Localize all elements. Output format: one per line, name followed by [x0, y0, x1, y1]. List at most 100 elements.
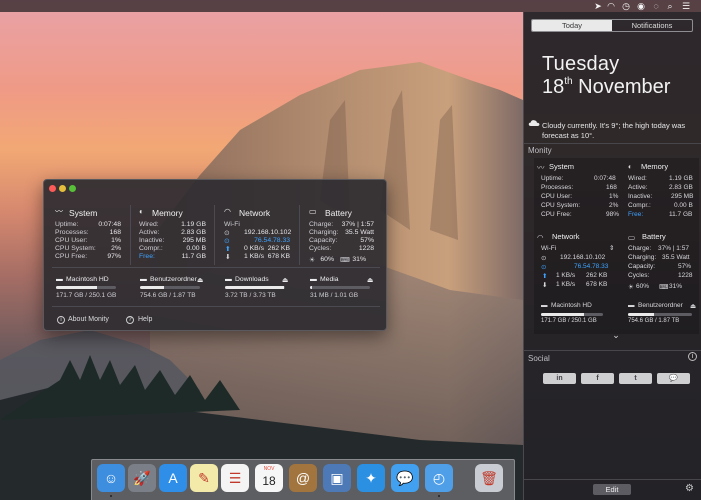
- charging-value: 35.5 Watt: [345, 229, 374, 236]
- trash-icon[interactable]: 🗑: [475, 464, 503, 492]
- divider: [52, 267, 380, 268]
- download-total: 678 KB: [267, 253, 290, 260]
- calendar-icon[interactable]: NOV 18: [255, 464, 283, 492]
- eject-icon[interactable]: ⏏: [690, 302, 696, 310]
- clock-icon[interactable]: ◷: [620, 0, 632, 12]
- about-monity-link[interactable]: About Monity: [68, 316, 109, 323]
- user-icon[interactable]: ◉: [635, 0, 647, 12]
- tab-notifications[interactable]: Notifications: [612, 20, 692, 31]
- reminders-icon[interactable]: ☰: [221, 464, 249, 492]
- preview-icon[interactable]: ▣: [323, 464, 351, 492]
- search-icon[interactable]: ⌕: [664, 0, 676, 12]
- help-icon[interactable]: ?: [126, 316, 134, 324]
- cpu-free-label: CPU Free:: [541, 211, 572, 218]
- disk-usage-bar: [225, 286, 285, 289]
- minimize-button[interactable]: [59, 185, 66, 192]
- twitter-button[interactable]: t: [619, 373, 652, 384]
- network-interface[interactable]: Wi-Fi: [224, 221, 240, 228]
- social-widget-label: Social: [528, 354, 550, 363]
- divider: [52, 306, 380, 307]
- memory-title: Memory: [152, 208, 183, 218]
- wifi-icon[interactable]: ◠: [605, 0, 617, 12]
- app-store-icon[interactable]: A: [159, 464, 187, 492]
- messages-icon[interactable]: 💬: [391, 464, 419, 492]
- disk-icon: ▬: [56, 276, 63, 283]
- divider: [524, 143, 701, 144]
- eject-icon[interactable]: ⏏: [197, 276, 203, 284]
- memory-icon: ◐: [628, 162, 633, 171]
- wired-value: 1.19 GB: [181, 221, 206, 228]
- charging-label: Charging:: [628, 254, 657, 261]
- inactive-label: Inactive:: [628, 193, 653, 200]
- disk-size: 31 MB / 1.01 GB: [310, 292, 359, 299]
- uptime-value: 0:07:48: [594, 175, 616, 182]
- divider: [130, 205, 131, 265]
- disk-name[interactable]: Benutzerordner: [638, 302, 683, 309]
- network-interface[interactable]: Wi-Fi: [541, 245, 556, 252]
- wifi-icon: ◠: [537, 233, 544, 242]
- uptime-value: 0:07:48: [98, 221, 121, 228]
- disk-name: Macintosh HD: [66, 276, 109, 283]
- nc-footer: Edit ⚙: [524, 479, 701, 500]
- date-month: November: [572, 76, 671, 98]
- running-indicator: [438, 495, 440, 497]
- contacts-icon[interactable]: @: [289, 464, 317, 492]
- monity-widget-label: Monity: [528, 146, 552, 155]
- local-ip-icon: ⊙: [224, 230, 230, 237]
- globe-icon[interactable]: ◌: [650, 0, 662, 12]
- close-button[interactable]: [49, 185, 56, 192]
- launchpad-icon[interactable]: 🚀: [128, 464, 156, 492]
- monity-icon[interactable]: ◴: [425, 464, 453, 492]
- upload-total: 262 KB: [267, 245, 290, 252]
- monity-widget: 〰 System Uptime: 0:07:48 Processes: 168 …: [534, 158, 699, 334]
- tab-today[interactable]: Today: [532, 20, 612, 31]
- capacity-label: Capacity:: [628, 263, 656, 270]
- wifi-icon: ◠: [224, 207, 231, 216]
- charge-value: 37% | 1:57: [341, 221, 374, 228]
- disk-size: 171.7 GB / 250.1 GB: [541, 318, 597, 324]
- capacity-value: 57%: [678, 263, 692, 270]
- zoom-button[interactable]: [69, 185, 76, 192]
- compressed-label: Compr.:: [139, 245, 163, 252]
- disk-name[interactable]: Macintosh HD: [551, 302, 592, 309]
- disk-usage-bar: [56, 286, 116, 289]
- info-icon[interactable]: i: [688, 352, 697, 361]
- help-link[interactable]: Help: [138, 316, 152, 323]
- finder-icon[interactable]: ☺: [97, 464, 125, 492]
- notification-center-icon[interactable]: ☰: [680, 0, 692, 12]
- cycles-label: Cycles:: [309, 245, 332, 252]
- cpu-free-value: 98%: [606, 211, 620, 218]
- info-icon[interactable]: i: [57, 316, 65, 324]
- facebook-button[interactable]: f: [581, 373, 614, 384]
- upload-arrow-icon: ⬆: [225, 246, 231, 253]
- brightness-value: 60%: [636, 283, 650, 290]
- charge-label: Charge:: [309, 221, 334, 228]
- notes-icon[interactable]: ✎: [190, 464, 218, 492]
- wired-label: Wired:: [628, 175, 647, 182]
- network-title: Network: [552, 232, 580, 241]
- public-ip-icon: ⊙: [224, 238, 230, 245]
- disk-name: Downloads: [235, 276, 269, 283]
- cpu-user-value: 1%: [111, 237, 121, 244]
- messages-button[interactable]: 💬: [657, 373, 690, 384]
- location-icon[interactable]: ➤: [592, 0, 604, 12]
- eject-icon[interactable]: ⏏: [282, 276, 288, 284]
- inactive-value: 295 MB: [182, 237, 206, 244]
- calendar-day-label: 18: [262, 474, 276, 488]
- eject-icon[interactable]: ⏏: [367, 276, 373, 284]
- edit-button[interactable]: Edit: [593, 484, 631, 495]
- safari-icon[interactable]: ✦: [357, 464, 385, 492]
- chevron-updown-icon[interactable]: ⇕: [609, 244, 614, 252]
- gear-icon[interactable]: ⚙: [684, 483, 695, 494]
- battery-title: Battery: [325, 208, 352, 218]
- upload-arrow-icon: ⬆: [542, 273, 548, 280]
- date-suffix: th: [564, 76, 573, 87]
- local-ip-icon: ⊙: [541, 255, 547, 262]
- active-label: Active:: [628, 184, 648, 191]
- expand-chevron-icon[interactable]: ⌄: [610, 331, 622, 340]
- upload-total: 262 KB: [586, 272, 608, 279]
- disk-icon: ▬: [310, 276, 317, 283]
- linkedin-button[interactable]: in: [543, 373, 576, 384]
- system-title: System: [69, 208, 98, 218]
- processes-value: 168: [606, 184, 617, 191]
